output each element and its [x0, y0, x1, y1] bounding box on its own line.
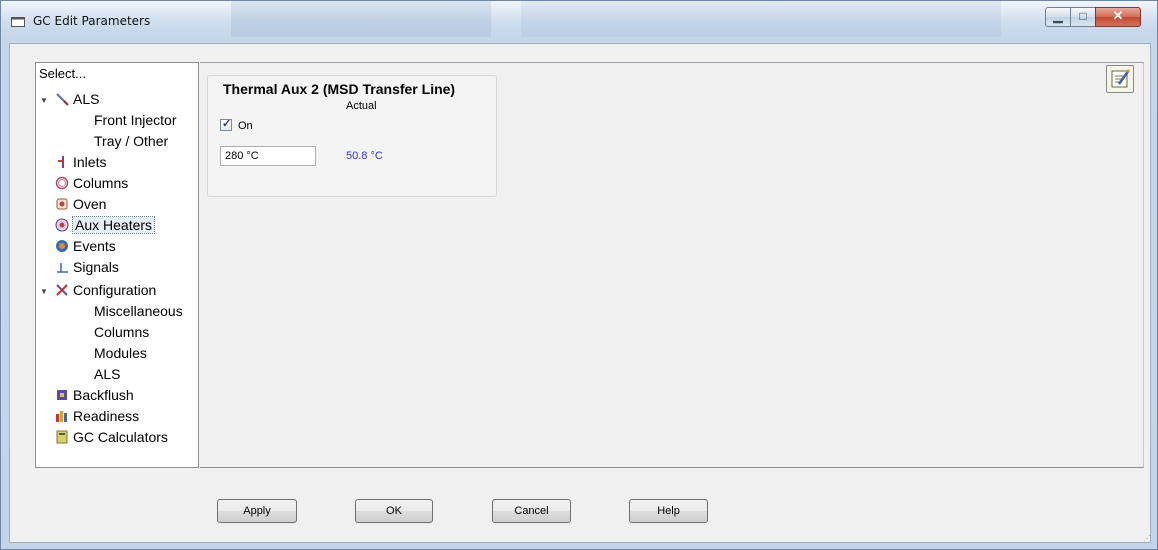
signal-icon [57, 263, 68, 273]
maximize-icon: □ [1079, 9, 1087, 23]
maximize-button[interactable]: □ [1070, 7, 1096, 27]
tree-item-gc-calculators[interactable]: GC Calculators [54, 427, 168, 447]
background-window-ghost [231, 1, 491, 37]
tree-item-inlets[interactable]: Inlets [54, 152, 106, 172]
backflush-icon [57, 390, 67, 400]
calculator-icon [56, 430, 68, 444]
column-coil-icon [55, 176, 69, 190]
readiness-icon [56, 411, 67, 422]
collapse-arrow-icon[interactable]: ▼ [40, 287, 48, 296]
temperature-setpoint-input[interactable] [220, 146, 316, 166]
thermal-aux-title: Thermal Aux 2 (MSD Transfer Line) [223, 81, 456, 97]
inlet-icon [58, 156, 64, 168]
minimize-icon: ▁ [1053, 9, 1063, 23]
tree-item-oven[interactable]: Oven [54, 194, 106, 214]
cancel-button[interactable]: Cancel [492, 499, 571, 523]
tree-header: Select... [39, 66, 86, 81]
gc-edit-parameters-window: GC Edit Parameters ▁ □ ✕ Select... ▼ ALS… [0, 0, 1158, 550]
checkmark-icon: ✓ [222, 118, 232, 130]
close-button[interactable]: ✕ [1095, 7, 1141, 27]
syringe-icon [56, 93, 69, 106]
window-title: GC Edit Parameters [33, 14, 151, 28]
close-icon: ✕ [1112, 8, 1124, 23]
wrench-icon [56, 284, 68, 296]
actual-column-header: Actual [346, 100, 377, 112]
tree-item-miscellaneous[interactable]: Miscellaneous [94, 301, 183, 321]
heater-icon [55, 218, 69, 232]
background-window-ghost [521, 1, 1001, 37]
oven-icon [56, 198, 68, 210]
tree-item-signals[interactable]: Signals [54, 257, 119, 277]
tree-item-als[interactable]: ALS [54, 89, 99, 109]
resize-grip-icon[interactable]: ⋰ [1143, 534, 1151, 543]
ok-button[interactable]: OK [355, 499, 433, 523]
parameter-tree[interactable]: Select... ▼ ALS Front Injector Tray / Ot… [35, 62, 199, 468]
tree-item-backflush[interactable]: Backflush [54, 385, 134, 405]
title-bar[interactable]: GC Edit Parameters ▁ □ ✕ [1, 1, 1157, 41]
edit-notes-button[interactable] [1106, 65, 1134, 93]
tree-item-modules[interactable]: Modules [94, 343, 147, 363]
tree-item-config-columns[interactable]: Columns [94, 322, 149, 342]
events-icon [56, 240, 68, 252]
apply-button[interactable]: Apply [217, 499, 297, 523]
edit-notepad-icon [1111, 69, 1131, 88]
tree-item-aux-heaters[interactable]: Aux Heaters [54, 215, 156, 235]
tree-item-config-als[interactable]: ALS [94, 364, 120, 384]
tree-item-readiness[interactable]: Readiness [54, 406, 139, 426]
on-checkbox-label[interactable]: On [238, 120, 253, 132]
minimize-button[interactable]: ▁ [1045, 7, 1071, 27]
tree-item-front-injector[interactable]: Front Injector [94, 110, 176, 130]
app-window-icon [11, 17, 25, 27]
tree-item-configuration[interactable]: Configuration [54, 280, 156, 300]
tree-item-tray-other[interactable]: Tray / Other [94, 131, 168, 151]
tree-item-columns[interactable]: Columns [54, 173, 128, 193]
thermal-aux-groupbox: Thermal Aux 2 (MSD Transfer Line) Actual… [207, 75, 497, 197]
help-button[interactable]: Help [629, 499, 708, 523]
on-checkbox[interactable]: ✓ [220, 118, 232, 131]
actual-temperature-value: 50.8 °C [346, 150, 383, 162]
tree-item-events[interactable]: Events [54, 236, 116, 256]
collapse-arrow-icon[interactable]: ▼ [40, 96, 48, 105]
